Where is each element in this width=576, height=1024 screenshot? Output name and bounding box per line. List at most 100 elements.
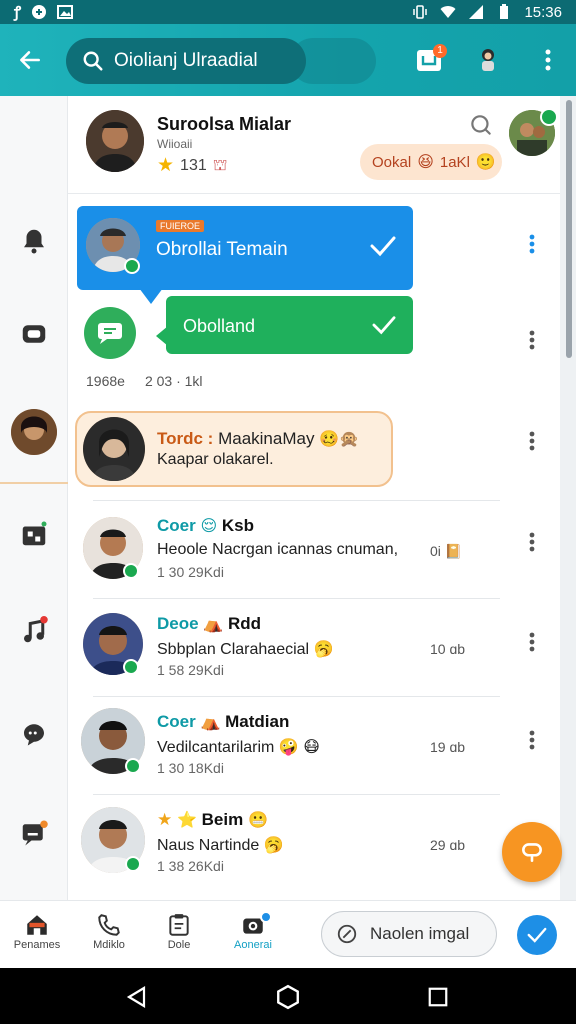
laughing-emoji-icon: 😆 <box>417 154 434 171</box>
chat-row[interactable]: Deoe ⛺ Rdd Sbbplan Clarahaecial 🥱 1 58 2… <box>68 598 558 696</box>
online-indicator <box>123 563 139 579</box>
square-recents-icon <box>428 987 448 1007</box>
rail-chat[interactable] <box>0 708 68 758</box>
chat-name: Coer ⛺ Matdian <box>157 712 290 731</box>
back-button[interactable] <box>0 24 60 96</box>
rail-notifications[interactable] <box>0 216 68 266</box>
bubble-tail <box>139 288 163 304</box>
chat-row[interactable]: ★ ⭐ Beim 😬 Naus Nartinde 🥱 1 38 26Kdi 29… <box>68 794 558 892</box>
system-recents-button[interactable] <box>425 984 451 1010</box>
rail-apps[interactable] <box>0 509 68 559</box>
block-icon <box>337 924 357 944</box>
nav-camera[interactable]: Aonerai <box>218 911 288 951</box>
vibrate-icon <box>413 5 428 19</box>
more-options-button[interactable] <box>520 328 544 352</box>
chat-title: Obrollai Temain <box>156 239 288 260</box>
left-rail <box>0 96 68 900</box>
online-indicator <box>540 108 558 126</box>
send-button[interactable] <box>517 915 557 955</box>
highlighted-message-card[interactable]: Tordc : MaakinaMay 🥴🙊 Kaapar olakarel. <box>75 411 393 487</box>
online-indicator <box>124 258 140 274</box>
chat-compose-icon <box>522 843 542 862</box>
star-icon: ★ <box>157 810 173 829</box>
wifi-icon <box>440 6 456 18</box>
clipboard-icon <box>169 914 189 936</box>
chat-meta: 10 ɑb <box>430 641 466 657</box>
search-input[interactable]: Oiolianj Ulraadial <box>66 38 306 84</box>
scrollbar[interactable] <box>566 100 572 358</box>
chat-time: 1 38 26Kdi <box>157 858 224 874</box>
chat-preview: Vedilcantarilarim 🤪 😷 <box>157 739 320 756</box>
shield-icon <box>32 5 47 19</box>
rail-alerts[interactable] <box>0 808 68 858</box>
nav-label: Mdiklo <box>93 939 125 951</box>
music-icon <box>24 616 48 643</box>
nav-home[interactable]: Penames <box>2 911 72 951</box>
divider <box>93 598 500 599</box>
selected-chat-card[interactable]: FUIEROE Obrollai Temain <box>77 206 413 304</box>
selected-label-card[interactable]: Obolland <box>156 296 413 354</box>
rail-contact[interactable] <box>0 402 68 462</box>
more-options-button[interactable] <box>520 728 544 752</box>
reaction-bubble[interactable]: Ookal 😆 1aKl 🙂 <box>360 144 502 180</box>
rating: ★ 131 ⛫ <box>157 154 227 177</box>
more-vert-icon <box>529 532 535 552</box>
online-indicator <box>123 659 139 675</box>
chat-preview: Naus Nartinde 🥱 <box>157 837 284 854</box>
rail-music[interactable] <box>0 606 68 656</box>
overflow-menu-button[interactable] <box>530 42 566 78</box>
phone-icon <box>98 914 120 936</box>
more-options-button[interactable] <box>520 232 544 256</box>
more-options-button[interactable] <box>520 429 544 453</box>
search-icon <box>83 51 103 71</box>
nav-calls[interactable]: Mdiklo <box>74 911 144 951</box>
bottom-nav: Penames Mdiklo Dole Aonerai Naolen imgal <box>0 900 576 968</box>
message-square-icon <box>22 325 46 343</box>
meta-row: 1968e 2 03 · 1kl <box>86 373 203 389</box>
message-icon-button[interactable] <box>84 307 136 359</box>
chat-tag: FUIEROE <box>156 220 205 232</box>
chat-row[interactable]: Coer ⛺ Matdian Vedilcantarilarim 🤪 😷 1 3… <box>68 696 558 794</box>
reaction-suffix: 1aKl <box>439 153 470 171</box>
inbox-button[interactable]: 1 <box>411 42 447 78</box>
rail-messages[interactable] <box>0 309 68 359</box>
nav-label: Penames <box>13 939 61 951</box>
profile-sticker-button[interactable] <box>470 42 506 78</box>
search-icon <box>471 115 491 135</box>
more-options-button[interactable] <box>520 530 544 554</box>
contact-avatar[interactable] <box>86 110 144 172</box>
compose-input[interactable]: Naolen imgal <box>321 911 497 957</box>
more-vert-icon <box>529 431 535 451</box>
check-icon <box>527 927 547 943</box>
header-search-button[interactable] <box>468 112 496 140</box>
more-vert-icon <box>529 330 535 350</box>
rail-divider <box>0 482 68 484</box>
system-back-button[interactable] <box>124 984 150 1010</box>
avatar <box>83 417 145 481</box>
sync-icon: ꝭ <box>14 4 22 21</box>
system-home-button[interactable] <box>275 984 301 1010</box>
chat-preview: Heoole Nacrgan icannas cnuman, <box>157 541 399 558</box>
divider <box>93 696 500 697</box>
app-bar: Oiolianj Ulraadial 1 <box>0 24 576 96</box>
conversation-header: Suroolsa Mialar Wiioaii ★ 131 ⛫ Ookal 😆 … <box>0 96 560 194</box>
arrow-left-icon <box>20 51 40 69</box>
new-chat-fab[interactable] <box>502 822 562 882</box>
search-query: Oiolianj Ulraadial <box>114 50 258 71</box>
battery-icon <box>500 4 509 19</box>
bubble-tail <box>156 326 168 346</box>
nav-label: Aonerai <box>234 939 272 951</box>
notification-dot <box>260 911 272 923</box>
compose-label: Naolen imgal <box>370 924 470 943</box>
reaction-label: Ookal <box>372 153 412 171</box>
more-vert-icon <box>529 632 535 652</box>
more-options-button[interactable] <box>520 630 544 654</box>
chat-row[interactable]: Coer 😌 Ksb Heoole Nacrgan icannas cnuman… <box>68 500 558 598</box>
emoji-icon: 🥴 <box>319 431 340 448</box>
status-bar: ꝭ 15:36 <box>0 0 576 24</box>
chat-meta: 29 ɑb <box>430 837 466 853</box>
nav-notes[interactable]: Dole <box>144 911 214 951</box>
chat-time: 1 30 18Kdi <box>157 760 224 776</box>
system-nav-bar <box>0 968 576 1024</box>
chat-name: Coer 😌 Ksb <box>157 516 255 535</box>
